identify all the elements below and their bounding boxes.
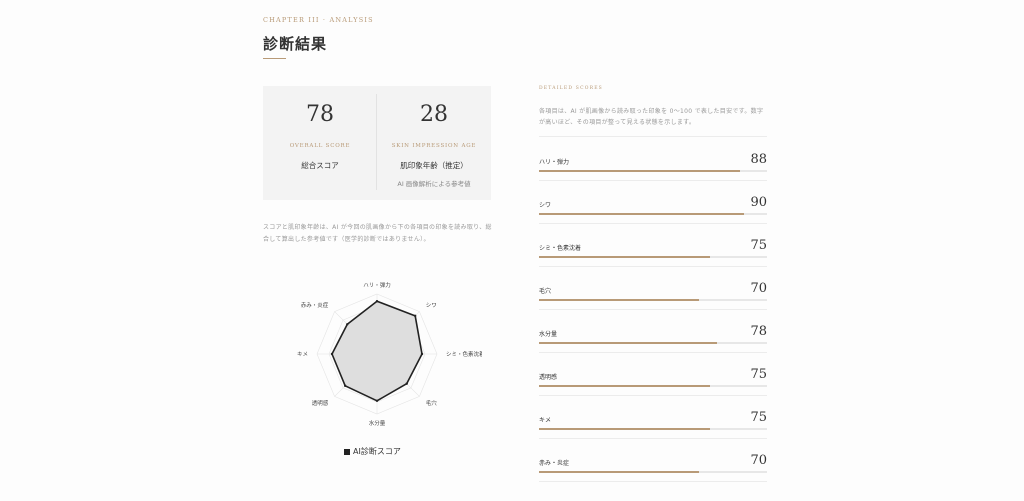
radar-axis-label: 毛穴 — [426, 399, 438, 407]
score-row-value: 75 — [750, 367, 767, 382]
title-underline — [263, 58, 286, 59]
score-row: キメ 75 — [539, 395, 767, 439]
page-title: 診断結果 — [263, 35, 328, 53]
radar-chart: ハリ・弾力シワシミ・色素沈着毛穴水分量 透明感 キメ 赤み・炎症 — [297, 281, 482, 427]
chapter-label: CHAPTER III · ANALYSIS — [263, 16, 374, 24]
radar-data-point — [330, 352, 334, 356]
score-row-fill — [539, 385, 710, 387]
score-row-track — [539, 428, 767, 430]
score-row-label: 水分量 — [539, 331, 558, 338]
score-row: 水分量 78 — [539, 309, 767, 353]
score-row: シワ 90 — [539, 180, 767, 224]
skin-age-note: AI 画像解析による参考値 — [397, 180, 471, 188]
radar-data-point — [375, 399, 379, 402]
score-row-label: シワ — [539, 202, 552, 209]
overall-score-label-jp: 総合スコア — [301, 161, 339, 170]
radar-axis-label: キメ — [297, 352, 308, 358]
score-row-track — [539, 299, 767, 301]
skin-age-label-jp: 肌印象年齢（推定） — [400, 161, 468, 170]
score-row-track — [539, 170, 767, 172]
legend-label: AI診断スコア — [353, 447, 401, 456]
score-row-value: 70 — [750, 453, 767, 468]
score-row: シミ・色素沈着 75 — [539, 223, 767, 267]
score-row-fill — [539, 299, 699, 301]
score-row-value: 78 — [750, 324, 767, 339]
score-row-label: 赤み・炎症 — [539, 460, 570, 467]
score-row-value: 75 — [750, 238, 767, 253]
score-row: 赤み・炎症 70 — [539, 438, 767, 482]
radar-data-point — [346, 323, 349, 326]
score-row: 毛穴 70 — [539, 266, 767, 310]
score-row-track — [539, 471, 767, 473]
radar-data-point — [413, 314, 417, 318]
overall-score-label-en: OVERALL SCORE — [289, 143, 351, 149]
skin-age-label-en: SKIN IMPRESSION AGE — [391, 143, 477, 149]
score-row-track — [539, 342, 767, 344]
score-summary-card: 78 OVERALL SCORE 総合スコア 28 SKIN IMPRESSIO… — [263, 86, 491, 200]
score-row-fill — [539, 342, 717, 344]
overall-score-value: 78 — [306, 102, 334, 127]
score-row-value: 90 — [750, 195, 767, 210]
radar-data-point — [405, 382, 408, 385]
score-row-label: ハリ・弾力 — [539, 159, 570, 166]
score-row-divider — [539, 481, 767, 482]
score-row-value: 75 — [750, 410, 767, 425]
legend-swatch — [344, 448, 350, 455]
score-row-track — [539, 385, 767, 387]
detailed-scores-heading: DETAILED SCORES — [539, 86, 603, 91]
score-row-fill — [539, 213, 745, 215]
radar-axis-label: シワ — [426, 302, 437, 309]
score-row-label: 毛穴 — [539, 288, 552, 295]
radar-axis-label: 透明感 — [312, 399, 329, 407]
score-row: 透明感 75 — [539, 352, 767, 396]
score-row: ハリ・弾力 88 — [539, 137, 767, 181]
radar-data-point — [343, 384, 347, 388]
score-row-value: 88 — [750, 152, 767, 167]
radar-axis-label: ハリ・弾力 — [363, 281, 391, 289]
radar-axis-label: 赤み・炎症 — [301, 301, 329, 309]
score-row-label: 透明感 — [539, 374, 558, 381]
score-row-value: 70 — [750, 281, 767, 296]
score-row-track — [539, 256, 767, 258]
skin-age-value: 28 — [420, 102, 448, 127]
score-row-fill — [539, 256, 710, 258]
radar-data-point — [375, 300, 379, 303]
radar-legend: AI診断スコア — [344, 446, 401, 457]
radar-axis-label: シミ・色素沈着 — [446, 350, 482, 358]
detailed-scores-description: 各項目は、AI が肌画像から読み取った印象を 0〜100 で表した目安です。数字… — [539, 108, 764, 126]
score-row-fill — [539, 428, 710, 430]
score-row-track — [539, 213, 767, 215]
score-row-fill — [539, 170, 740, 172]
score-description: スコアと肌印象年齢は、AI が今回の肌画像から下の各項目の印象を読み取り、総合し… — [263, 224, 492, 243]
radar-axis-label: 水分量 — [369, 419, 386, 427]
radar-data-point — [420, 352, 424, 356]
score-row-label: シミ・色素沈着 — [539, 245, 582, 252]
score-row-fill — [539, 471, 699, 473]
score-row-label: キメ — [539, 417, 552, 424]
